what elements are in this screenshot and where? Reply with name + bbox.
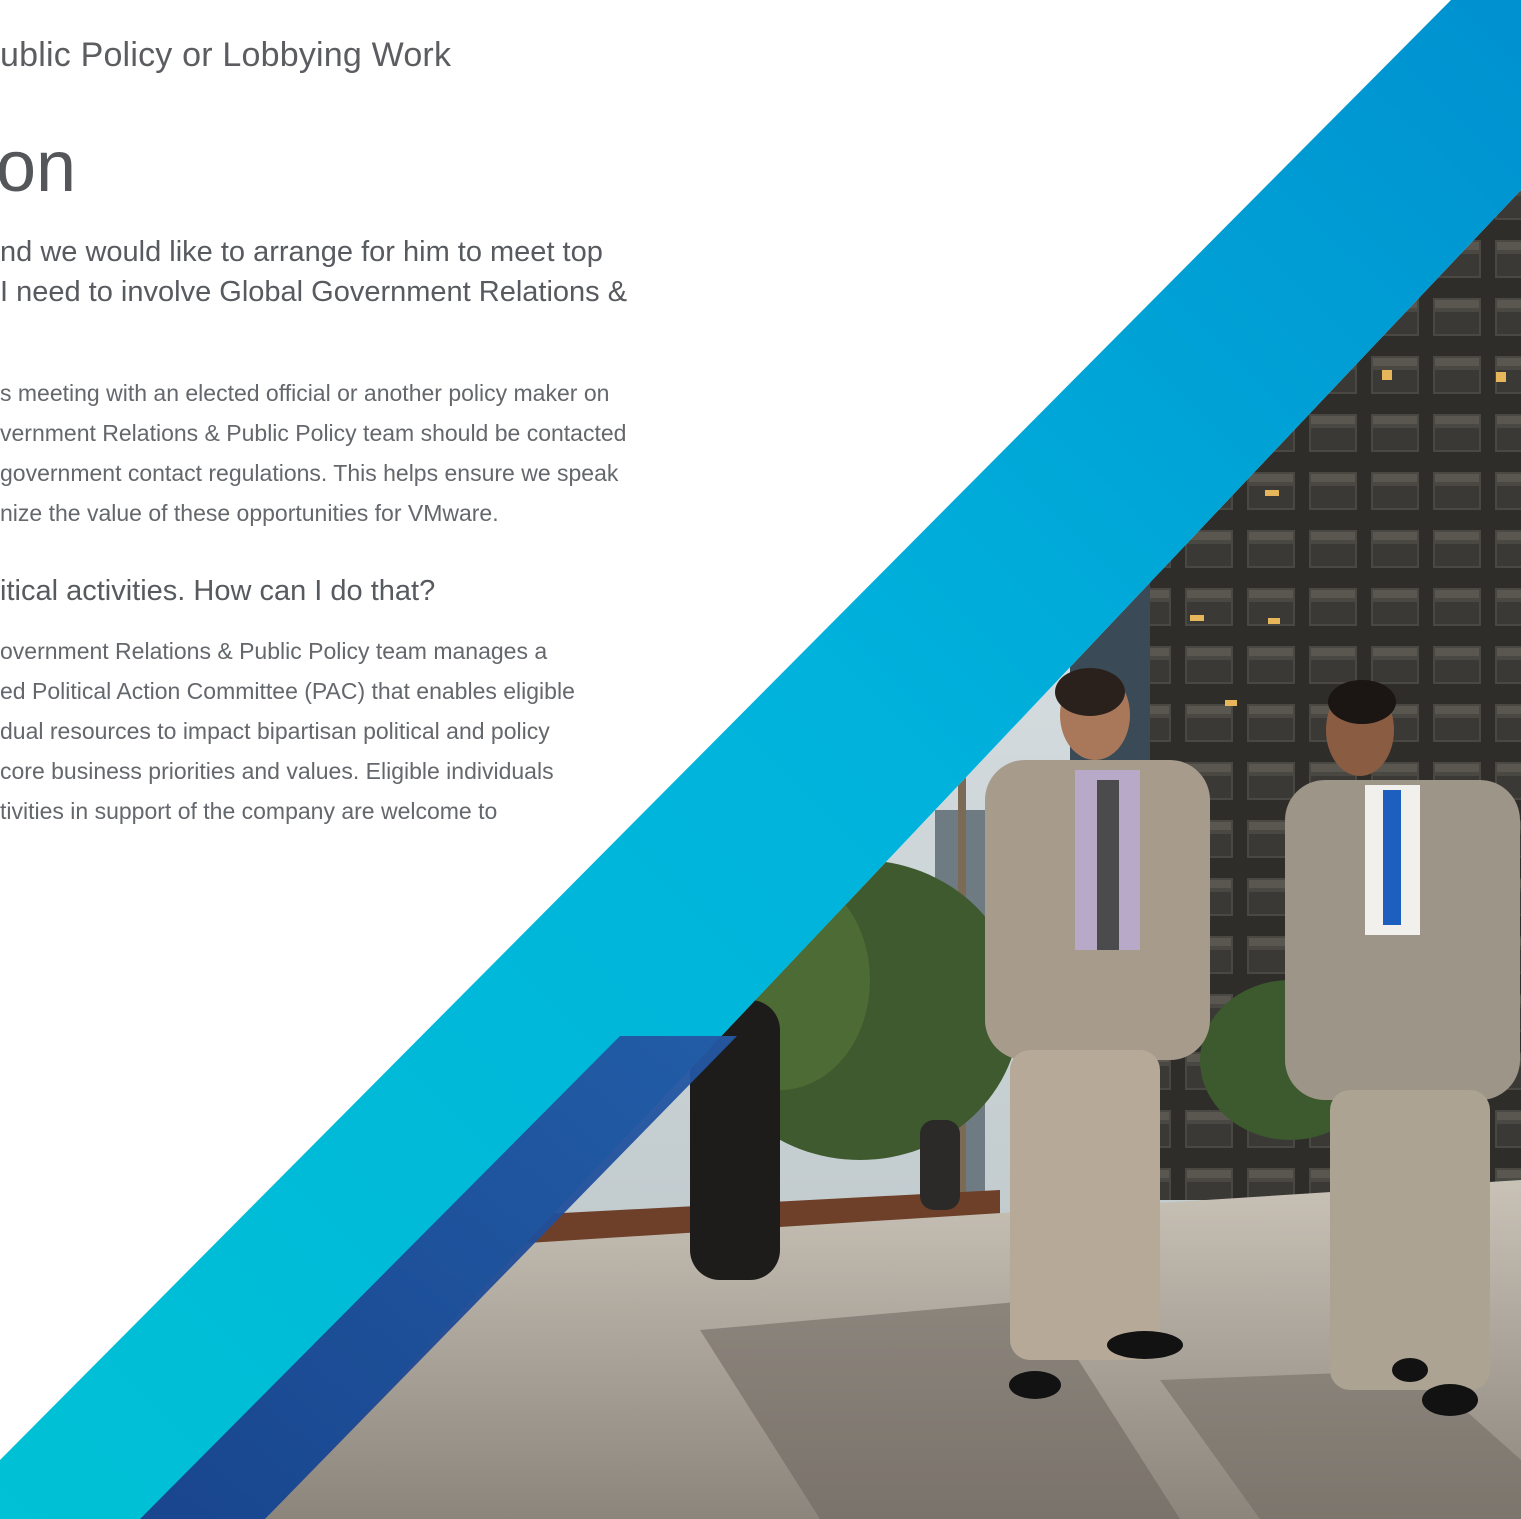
- photo-with-diagonal-band: [0, 0, 1521, 1519]
- document-page: ublic Policy or Lobbying Work on nd we w…: [0, 0, 1521, 1519]
